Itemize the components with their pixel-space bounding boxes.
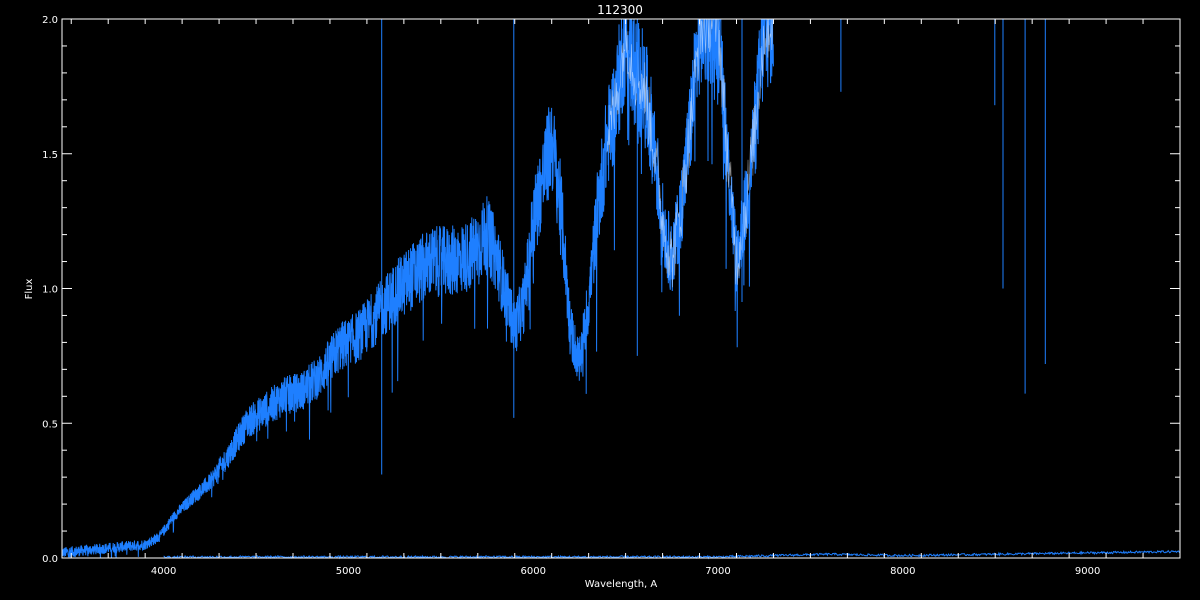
x-tick-label: 8000 — [890, 566, 915, 577]
x-tick-label: 5000 — [336, 566, 361, 577]
x-tick-label: 4000 — [151, 566, 176, 577]
spectrum-chart: 112300 4000 5000 6000 7000 8000 9000 0.0 0.5 1.… — [0, 0, 1200, 600]
x-tick-label: 7000 — [705, 566, 730, 577]
y-tick-label: 2.0 — [42, 15, 58, 26]
y-tick-label: 1.0 — [42, 285, 58, 296]
x-tick-label: 6000 — [520, 566, 545, 577]
x-axis-label: Wavelength, A — [585, 579, 658, 590]
y-tick-label: 1.5 — [42, 150, 58, 161]
x-tick-label: 9000 — [1075, 566, 1100, 577]
y-tick-label: 0.0 — [42, 554, 58, 565]
y-axis-label: Flux — [24, 279, 35, 300]
y-tick-label: 0.5 — [42, 419, 58, 430]
chart-title: 112300 — [597, 3, 643, 17]
